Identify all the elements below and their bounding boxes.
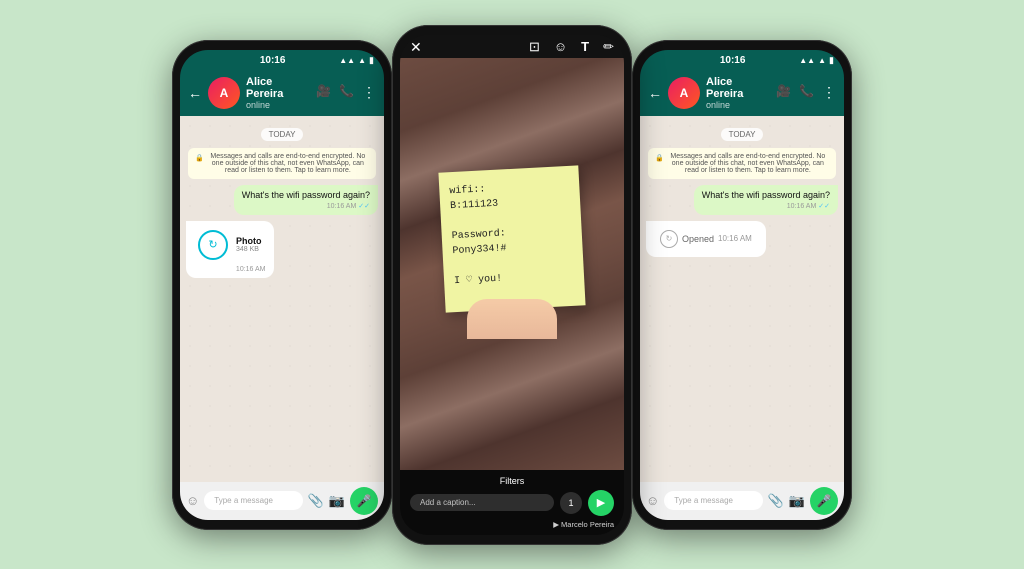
video-call-icon-right[interactable]: 🎥	[776, 84, 791, 101]
send-icon: ▶	[597, 496, 605, 509]
close-button[interactable]: ✕	[410, 39, 422, 56]
camera-button-left[interactable]: 📷	[329, 493, 345, 509]
emoji-tool-icon[interactable]: ☺	[554, 39, 567, 55]
encryption-notice-right: 🔒 Messages and calls are end-to-end encr…	[648, 148, 836, 179]
back-button-right[interactable]: ←	[648, 85, 662, 101]
signal-icon-right: ▲▲	[799, 56, 815, 65]
attach-button-left[interactable]: 📎	[308, 493, 324, 509]
mic-button-left[interactable]: 🎤	[350, 487, 378, 515]
sent-message-left: What's the wifi password again? 10:16 AM…	[234, 185, 378, 215]
time-left: 10:16	[260, 55, 286, 66]
photo-message-left[interactable]: ↻ Photo 348 KB 10:16 AM	[186, 221, 274, 278]
contact-info-left: Alice Pereira online	[246, 76, 310, 110]
viewer-tools: ⊡ ☺ T ✏	[529, 39, 614, 55]
phone-right: 10:16 ▲▲ ▲ ▮ ← A Alice Pereira online	[632, 40, 852, 530]
photo-viewer: ✕ ⊡ ☺ T ✏ wifi:: B:11i123 Password: Pony…	[400, 35, 624, 535]
phone-left: 10:16 ▲▲ ▲ ▮ ← A Alice Pereira online	[172, 40, 392, 530]
sticky-note: wifi:: B:11i123 Password: Pony334!# I ♡ …	[438, 165, 585, 312]
input-bar-right: ☺ Type a message 📎 📷 🎤	[640, 482, 844, 520]
sticky-note-text: wifi:: B:11i123 Password: Pony334!# I ♡ …	[449, 177, 574, 288]
avatar-left: A	[208, 77, 240, 109]
sent-message-right: What's the wifi password again? 10:16 AM…	[694, 185, 838, 215]
encryption-notice-left: 🔒 Messages and calls are end-to-end encr…	[188, 148, 376, 179]
emoji-button-left[interactable]: ☺	[186, 493, 199, 508]
contact-name-right: Alice Pereira	[706, 76, 770, 100]
filters-label: Filters	[500, 476, 525, 486]
contact-status-left: online	[246, 100, 310, 110]
battery-icon-left: ▮	[369, 55, 374, 66]
attach-button-right[interactable]: 📎	[768, 493, 784, 509]
chat-body-left: TODAY 🔒 Messages and calls are end-to-en…	[180, 116, 384, 482]
draw-tool-icon[interactable]: ✏	[603, 39, 614, 55]
date-badge-left: TODAY	[186, 124, 378, 142]
caption-input[interactable]: Add a caption...	[410, 494, 554, 511]
menu-icon-right[interactable]: ⋮	[822, 84, 836, 101]
back-button-left[interactable]: ←	[188, 85, 202, 101]
lock-icon-left: 🔒	[195, 154, 204, 162]
photo-content: wifi:: B:11i123 Password: Pony334!# I ♡ …	[400, 58, 624, 470]
camera-button-right[interactable]: 📷	[789, 493, 805, 509]
status-icons-right: ▲▲ ▲ ▮	[799, 55, 834, 66]
contact-info-right: Alice Pereira online	[706, 76, 770, 110]
message-input-left[interactable]: Type a message	[204, 491, 302, 510]
avatar-right: A	[668, 77, 700, 109]
contact-name-left: Alice Pereira	[246, 76, 310, 100]
photo-size-left: 348 KB	[236, 246, 262, 253]
timer-icon[interactable]: 1	[560, 492, 582, 514]
mic-button-right[interactable]: 🎤	[810, 487, 838, 515]
crop-tool-icon[interactable]: ⊡	[529, 39, 540, 55]
phone-left-screen: 10:16 ▲▲ ▲ ▮ ← A Alice Pereira online	[180, 50, 384, 520]
recipient-label: ▶ Marcelo Pereira	[553, 520, 614, 529]
contact-status-right: online	[706, 100, 770, 110]
chat-header-left: ← A Alice Pereira online 🎥 📞 ⋮	[180, 70, 384, 116]
video-call-icon-left[interactable]: 🎥	[316, 84, 331, 101]
opened-time: 10:16 AM	[718, 234, 752, 243]
phones-container: 10:16 ▲▲ ▲ ▮ ← A Alice Pereira online	[0, 0, 1024, 569]
header-icons-left: 🎥 📞 ⋮	[316, 84, 376, 101]
photo-label-left: Photo	[236, 236, 262, 246]
opened-message-right: ↻ Opened 10:16 AM	[646, 221, 766, 257]
text-tool-icon[interactable]: T	[581, 39, 589, 55]
opened-label: Opened	[682, 234, 714, 244]
date-badge-right: TODAY	[646, 124, 838, 142]
hand-icon	[467, 299, 557, 339]
chat-body-right: TODAY 🔒 Messages and calls are end-to-en…	[640, 116, 844, 482]
viewer-caption-bar: Add a caption... 1 ▶	[410, 490, 614, 516]
emoji-button-right[interactable]: ☺	[646, 493, 659, 508]
wifi-icon-right: ▲	[818, 56, 826, 65]
phone-right-screen: 10:16 ▲▲ ▲ ▮ ← A Alice Pereira online	[640, 50, 844, 520]
opened-icon: ↻	[660, 230, 678, 248]
status-bar-left: 10:16 ▲▲ ▲ ▮	[180, 50, 384, 70]
message-input-right[interactable]: Type a message	[664, 491, 762, 510]
voice-call-icon-right[interactable]: 📞	[799, 84, 814, 101]
signal-icon-left: ▲▲	[339, 56, 355, 65]
input-bar-left: ☺ Type a message 📎 📷 🎤	[180, 482, 384, 520]
status-icons-left: ▲▲ ▲ ▮	[339, 55, 374, 66]
wifi-icon-left: ▲	[358, 56, 366, 65]
time-right: 10:16	[720, 55, 746, 66]
send-button-middle[interactable]: ▶	[588, 490, 614, 516]
lock-icon-right: 🔒	[655, 154, 664, 162]
phone-middle: ✕ ⊡ ☺ T ✏ wifi:: B:11i123 Password: Pony…	[392, 25, 632, 545]
status-bar-right: 10:16 ▲▲ ▲ ▮	[640, 50, 844, 70]
viewer-status-bar: ✕ ⊡ ☺ T ✏	[400, 35, 624, 58]
viewer-bottom: Filters Add a caption... 1 ▶ ▶ Marcelo P…	[400, 470, 624, 535]
menu-icon-left[interactable]: ⋮	[362, 84, 376, 101]
battery-icon-right: ▮	[829, 55, 834, 66]
photo-spinner-icon: ↻	[198, 230, 228, 260]
header-icons-right: 🎥 📞 ⋮	[776, 84, 836, 101]
voice-call-icon-left[interactable]: 📞	[339, 84, 354, 101]
chat-header-right: ← A Alice Pereira online 🎥 📞 ⋮	[640, 70, 844, 116]
